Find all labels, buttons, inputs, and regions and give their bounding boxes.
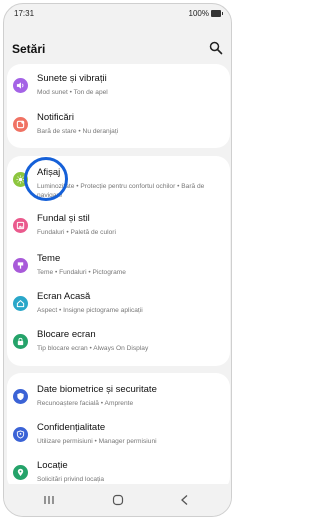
item-subtitle: Bară de stare • Nu deranjați xyxy=(37,128,119,135)
settings-item-themes[interactable]: Teme Teme • Fundaluri • Pictograme xyxy=(7,248,230,286)
battery-percent: 100% xyxy=(188,9,209,18)
settings-screen: 17:31 100% Setări Sunete și vibrații Mod… xyxy=(3,3,232,517)
item-label: Confidențialitate xyxy=(37,422,106,433)
item-label: Date biometrice și securitate xyxy=(37,384,157,395)
item-label: Locație xyxy=(37,460,68,471)
home-button-icon[interactable] xyxy=(111,494,125,506)
settings-item-privacy[interactable]: Confidențialitate Utilizare permisiuni •… xyxy=(7,417,230,455)
status-time: 17:31 xyxy=(14,9,35,18)
location-icon xyxy=(13,465,28,480)
settings-item-notifications[interactable]: Notificări Bară de stare • Nu deranjați xyxy=(7,107,230,145)
item-label: Notificări xyxy=(37,112,74,123)
item-label: Teme xyxy=(37,253,61,264)
settings-item-home-screen[interactable]: Ecran Acasă Aspect • Insigne pictograme … xyxy=(7,286,230,324)
navigation-bar xyxy=(4,484,231,516)
page-title: Setări xyxy=(12,42,46,56)
page-header: Setări xyxy=(4,32,231,62)
item-label: Blocare ecran xyxy=(37,329,96,340)
item-subtitle: Mod sunet • Ton de apel xyxy=(37,89,108,96)
status-battery: 100% xyxy=(188,9,223,18)
recent-apps-icon[interactable] xyxy=(42,494,56,506)
item-subtitle: Solicitări privind locația xyxy=(37,476,105,483)
item-label: Sunete și vibrații xyxy=(37,73,107,84)
item-label: Ecran Acasă xyxy=(37,291,91,302)
settings-item-biometrics[interactable]: Date biometrice și securitate Recunoaște… xyxy=(7,379,230,417)
highlight-circle xyxy=(24,157,68,201)
item-subtitle: Tip blocare ecran • Always On Display xyxy=(37,345,149,352)
search-icon[interactable] xyxy=(209,41,223,55)
item-subtitle: Utilizare permisiuni • Manager permisiun… xyxy=(37,438,157,445)
status-bar: 17:31 100% xyxy=(4,4,231,24)
lock-icon xyxy=(13,334,28,349)
themes-icon xyxy=(13,258,28,273)
item-subtitle: Fundaluri • Paletă de culori xyxy=(37,229,116,236)
phone-frame: 17:31 100% Setări Sunete și vibrații Mod… xyxy=(0,0,235,520)
settings-item-lock-screen[interactable]: Blocare ecran Tip blocare ecran • Always… xyxy=(7,324,230,362)
settings-item-wallpaper[interactable]: Fundal și stil Fundaluri • Paletă de cul… xyxy=(7,208,230,246)
item-label: Fundal și stil xyxy=(37,213,90,224)
battery-icon xyxy=(211,10,223,17)
notification-icon xyxy=(13,117,28,132)
item-subtitle: Teme • Fundaluri • Pictograme xyxy=(37,269,126,276)
item-subtitle: Recunoaștere facială • Amprente xyxy=(37,400,134,407)
shield-icon xyxy=(13,389,28,404)
wallpaper-icon xyxy=(13,218,28,233)
back-icon[interactable] xyxy=(178,494,192,506)
home-icon xyxy=(13,296,28,311)
item-subtitle: Aspect • Insigne pictograme aplicații xyxy=(37,307,143,314)
settings-group-security: Date biometrice și securitate Recunoaște… xyxy=(7,373,230,491)
settings-item-sounds[interactable]: Sunete și vibrații Mod sunet • Ton de ap… xyxy=(7,68,230,106)
volume-icon xyxy=(13,78,28,93)
settings-group-sound: Sunete și vibrații Mod sunet • Ton de ap… xyxy=(7,64,230,148)
privacy-icon xyxy=(13,427,28,442)
